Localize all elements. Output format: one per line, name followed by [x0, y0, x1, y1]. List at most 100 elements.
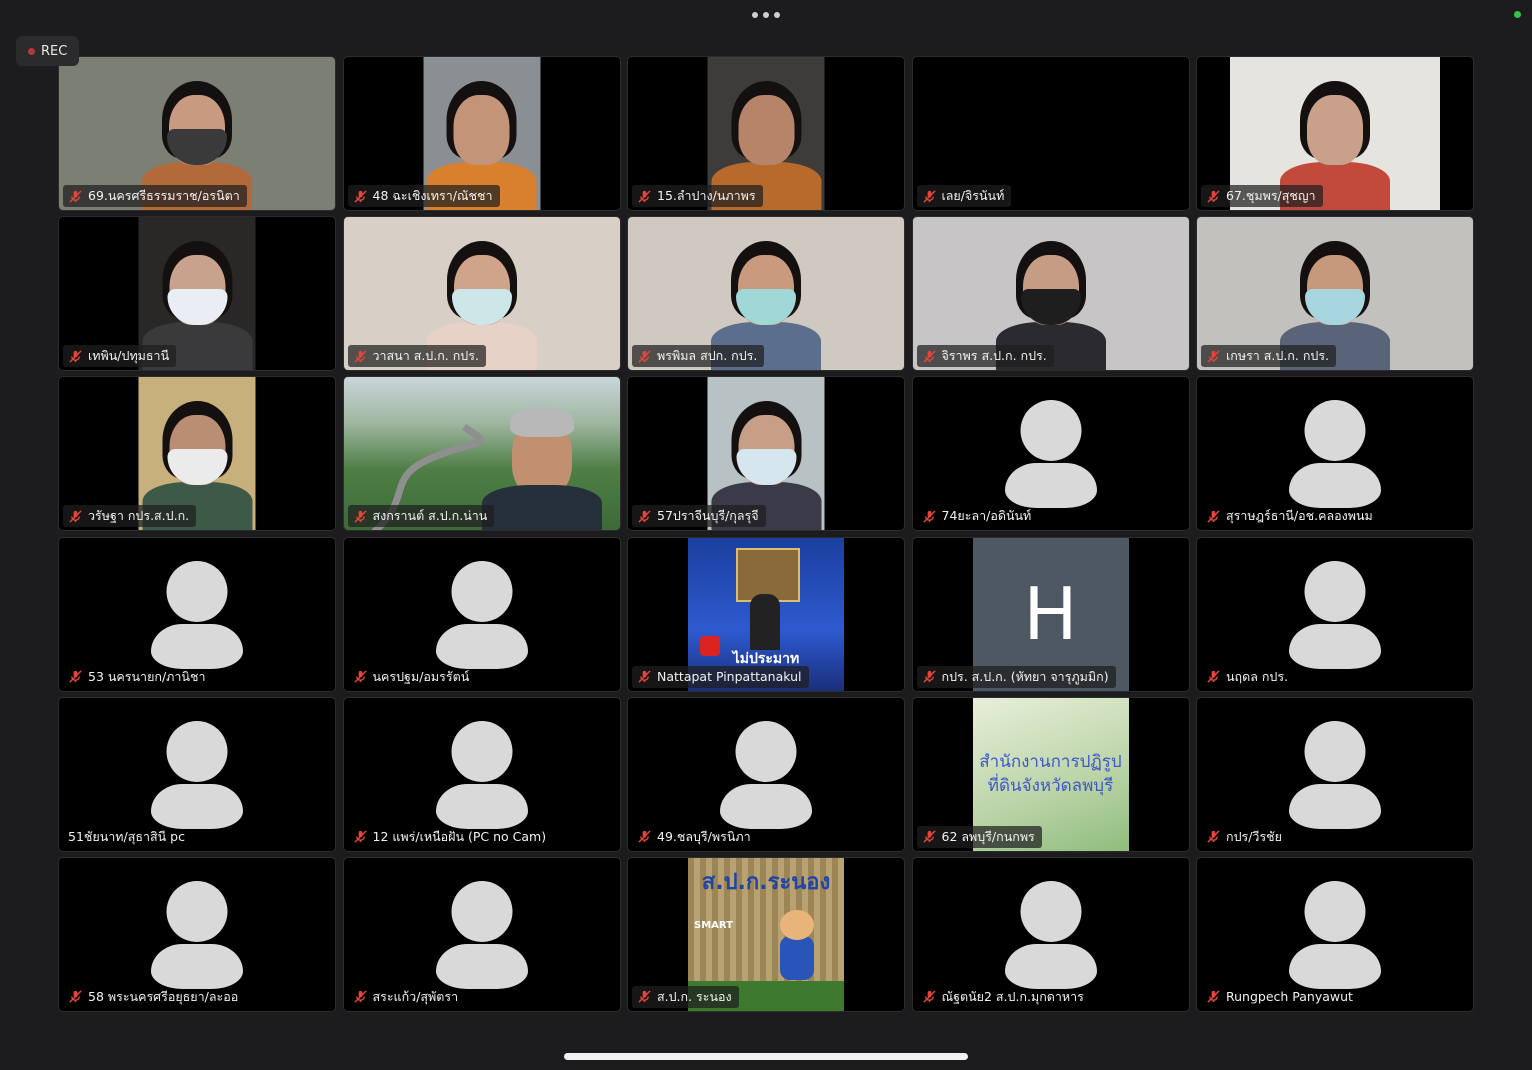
participant-name-label: Nattapat Pinpattanakul	[632, 665, 809, 688]
default-avatar-icon	[1004, 400, 1097, 509]
participant-tile[interactable]: 51ชัยนาท/สุธาสินี pc	[58, 696, 336, 852]
participant-name-label: สงกรานต์ ส.ป.ก.น่าน	[347, 505, 495, 528]
participant-name: 57ปราจีนบุรี/กุลรุจี	[657, 508, 759, 524]
participant-tile[interactable]: นครปฐม/อมรรัตน์	[342, 536, 621, 692]
default-avatar-icon	[151, 880, 243, 989]
participant-name: ณัฐตนัย2 ส.ป.ก.มุกดาหาร	[941, 988, 1084, 1004]
participant-name: พรพิมล สปก. กปร.	[657, 348, 758, 364]
participant-name: สงกรานต์ ส.ป.ก.น่าน	[372, 508, 488, 524]
participant-tile[interactable]: จิราพร ส.ป.ก. กปร.	[911, 216, 1190, 372]
muted-mic-icon	[353, 829, 368, 844]
participant-tile[interactable]: เทพิน/ปทุมธานี	[58, 216, 336, 372]
participant-grid: 69.นครศรีธรรมราช/อรนิตา 48 ฉะเชิงเทรา/ณัช…	[58, 56, 1474, 1012]
participant-name: เกษรา ส.ป.ก. กปร.	[1226, 348, 1330, 364]
muted-mic-icon	[922, 349, 937, 364]
participant-name: 62 ลพบุรี/กนกพร	[941, 828, 1035, 844]
participant-name-label: เลย/จิรนันท์	[916, 185, 1012, 207]
participant-name: 51ชัยนาท/สุธาสินี pc	[68, 828, 185, 844]
participant-name: นครปฐม/อมรรัตน์	[372, 668, 470, 684]
home-indicator[interactable]	[564, 1053, 968, 1060]
muted-mic-icon	[637, 189, 652, 204]
participant-tile[interactable]: ส.ป.ก.ระนอง SMART ส.ป.ก. ระนอง	[627, 856, 905, 1012]
participant-tile[interactable]: สระแก้ว/สุพัตรา	[342, 856, 621, 1012]
muted-mic-icon	[353, 509, 368, 524]
participant-name: 53 นครนายก/ภานิชา	[88, 668, 206, 684]
participant-tile[interactable]: สุราษฎร์ธานี/อช.คลองพนม	[1196, 376, 1474, 532]
participant-name: สุราษฎร์ธานี/อช.คลองพนม	[1226, 508, 1373, 524]
muted-mic-icon	[1206, 509, 1221, 524]
participant-tile[interactable]: พรพิมล สปก. กปร.	[627, 216, 905, 372]
office-name-line-2: ที่ดินจังหวัดลพบุรี	[987, 775, 1114, 796]
default-avatar-icon	[1289, 880, 1381, 989]
participant-tile[interactable]: 57ปราจีนบุรี/กุลรุจี	[627, 376, 905, 532]
muted-mic-icon	[353, 189, 368, 204]
muted-mic-icon	[353, 669, 368, 684]
participant-name: 69.นครศรีธรรมราช/อรนิตา	[88, 188, 240, 203]
muted-mic-icon	[68, 189, 83, 204]
participant-tile[interactable]: H กปร. ส.ป.ก. (หัทยา จารุภูมมิก)	[911, 536, 1190, 692]
default-avatar-icon	[1004, 880, 1097, 989]
participant-tile[interactable]: วรัษฐา กปร.ส.ป.ก.	[58, 376, 336, 532]
participant-name: 15.ลำปาง/นภาพร	[657, 188, 756, 203]
muted-mic-icon	[922, 669, 937, 684]
participant-name-label: ณัฐตนัย2 ส.ป.ก.มุกดาหาร	[917, 986, 1091, 1008]
muted-mic-icon	[922, 989, 937, 1004]
recording-indicator[interactable]: REC	[16, 36, 79, 66]
participant-tile[interactable]: เลย/จิรนันท์	[911, 56, 1190, 211]
participant-name-label: 62 ลพบุรี/กนกพร	[916, 825, 1042, 848]
participant-name: นฤดล กปร.	[1226, 668, 1289, 684]
participant-tile[interactable]: กปร/วีรชัย	[1196, 696, 1474, 852]
participant-tile[interactable]: 74ยะลา/อดินันท์	[911, 376, 1190, 532]
participant-tile[interactable]: วาสนา ส.ป.ก. กปร.	[342, 216, 621, 372]
participant-tile[interactable]: 69.นครศรีธรรมราช/อรนิตา	[58, 56, 336, 211]
muted-mic-icon	[68, 669, 83, 684]
participant-name-label: กปร. ส.ป.ก. (หัทยา จารุภูมมิก)	[916, 665, 1116, 688]
participant-tile[interactable]: 12 แพร่/เหนือฝัน (PC no Cam)	[342, 696, 621, 852]
participant-tile[interactable]: 53 นครนายก/ภานิชา	[58, 536, 336, 692]
default-avatar-icon	[435, 560, 528, 669]
participant-tile[interactable]: สำนักงานการปฏิรูป ที่ดินจังหวัดลพบุรี 62 ล…	[911, 696, 1190, 852]
default-avatar-icon	[720, 720, 812, 829]
sign-text: ส.ป.ก.ระนอง	[701, 869, 831, 895]
participant-name-label: วาสนา ส.ป.ก. กปร.	[347, 345, 486, 368]
participant-tile[interactable]: 67.ชุมพร/สุชญา	[1196, 56, 1474, 211]
muted-mic-icon	[637, 669, 652, 684]
participant-tile[interactable]: 58 พระนครศรีอยุธยา/ละออ	[58, 856, 336, 1012]
dot	[763, 12, 769, 18]
participant-tile[interactable]: สงกรานต์ ส.ป.ก.น่าน	[342, 376, 621, 532]
participant-name-label: 57ปราจีนบุรี/กุลรุจี	[632, 505, 766, 528]
participant-name-label: Rungpech Panyawut	[1201, 986, 1360, 1008]
muted-mic-icon	[353, 989, 368, 1004]
participant-tile[interactable]: 15.ลำปาง/นภาพร	[627, 56, 905, 211]
participant-name: 58 พระนครศรีอยุธยา/ละออ	[88, 988, 239, 1004]
participant-name: เทพิน/ปทุมธานี	[88, 348, 170, 364]
participant-name-label: กปร/วีรชัย	[1201, 826, 1289, 848]
muted-mic-icon	[68, 509, 83, 524]
participant-tile[interactable]: นฤดล กปร.	[1196, 536, 1474, 692]
muted-mic-icon	[1206, 829, 1221, 844]
participant-tile[interactable]: ณัฐตนัย2 ส.ป.ก.มุกดาหาร	[911, 856, 1190, 1012]
participant-name-label: 74ยะลา/อดินันท์	[917, 505, 1039, 527]
participant-tile[interactable]: เกษรา ส.ป.ก. กปร.	[1196, 216, 1474, 372]
participant-tile[interactable]: ไม่ประมาท Nattapat Pinpattanakul	[627, 536, 905, 692]
participant-name-label: จิราพร ส.ป.ก. กปร.	[916, 345, 1054, 368]
participant-name-label: 12 แพร่/เหนือฝัน (PC no Cam)	[348, 826, 554, 848]
muted-mic-icon	[1206, 669, 1221, 684]
participant-name-label: สุราษฎร์ธานี/อช.คลองพนม	[1201, 505, 1380, 527]
participant-name: จิราพร ส.ป.ก. กปร.	[941, 348, 1047, 364]
participant-tile[interactable]: 49.ชลบุรี/พรนิภา	[627, 696, 905, 852]
more-options-icon[interactable]	[752, 9, 782, 21]
participant-name-label: 67.ชุมพร/สุชญา	[1201, 185, 1323, 207]
participant-name-label: 53 นครนายก/ภานิชา	[63, 666, 212, 688]
participant-tile[interactable]: 48 ฉะเชิงเทรา/ณัชชา	[342, 56, 621, 211]
participant-name-label: สระแก้ว/สุพัตรา	[348, 986, 466, 1008]
participant-name-label: 15.ลำปาง/นภาพร	[632, 185, 763, 207]
participant-name-label: ส.ป.ก. ระนอง	[632, 985, 739, 1008]
default-avatar-icon	[151, 720, 243, 829]
participant-name: Nattapat Pinpattanakul	[657, 669, 802, 685]
muted-mic-icon	[637, 829, 652, 844]
dot	[752, 12, 758, 18]
default-avatar-icon	[151, 560, 243, 669]
default-avatar-icon	[1289, 400, 1381, 509]
participant-tile[interactable]: Rungpech Panyawut	[1196, 856, 1474, 1012]
